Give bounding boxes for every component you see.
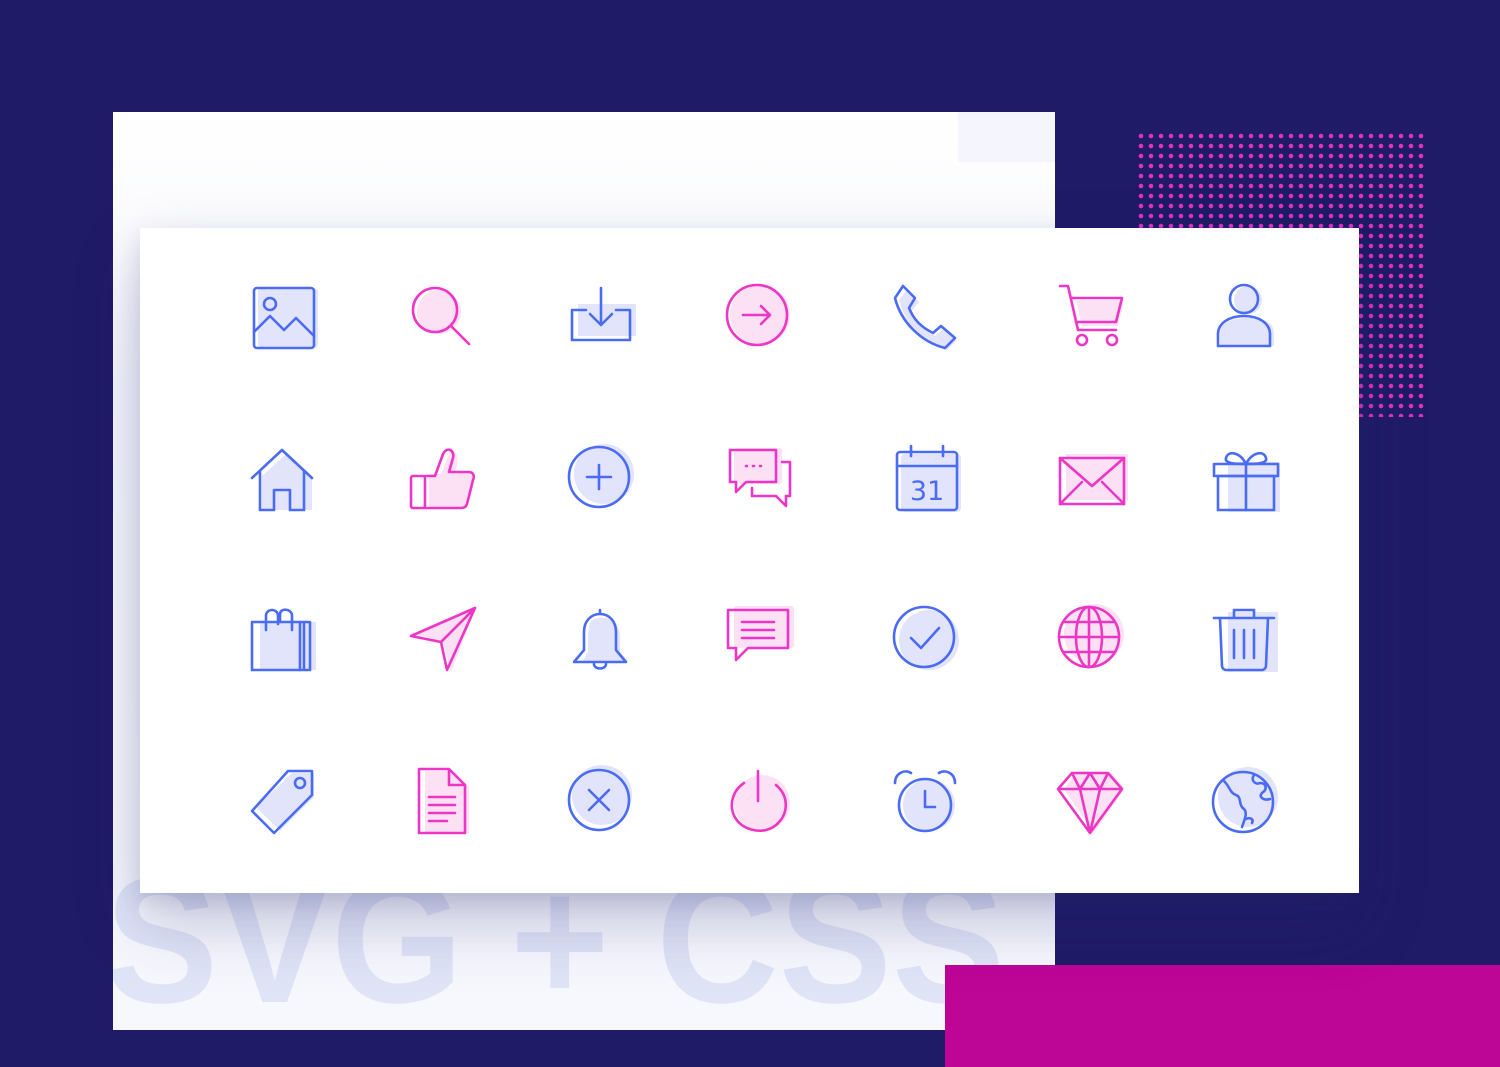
document-icon bbox=[393, 753, 493, 853]
home-icon bbox=[234, 430, 334, 530]
mail-icon bbox=[1042, 430, 1142, 530]
back-card-strip bbox=[958, 112, 1055, 162]
alarm-clock-icon bbox=[877, 753, 977, 853]
chat-bubbles-icon bbox=[710, 430, 810, 530]
phone-icon bbox=[877, 268, 977, 368]
power-icon bbox=[710, 753, 810, 853]
shopping-cart-icon bbox=[1042, 268, 1142, 368]
gift-icon bbox=[1196, 430, 1296, 530]
user-icon bbox=[1196, 268, 1296, 368]
trash-icon bbox=[1196, 590, 1296, 690]
diamond-icon bbox=[1042, 753, 1142, 853]
search-icon bbox=[393, 268, 493, 368]
bell-icon bbox=[552, 590, 652, 690]
image-icon bbox=[234, 268, 334, 368]
earth-icon bbox=[1196, 753, 1296, 853]
send-icon bbox=[393, 590, 493, 690]
download-icon bbox=[552, 268, 652, 368]
close-circle-icon bbox=[552, 753, 652, 853]
arrow-right-circle-icon bbox=[710, 268, 810, 368]
calendar-day-label: 31 bbox=[910, 476, 944, 507]
tag-icon bbox=[234, 753, 334, 853]
icon-grid: 31 bbox=[140, 228, 1359, 893]
calendar-icon: 31 bbox=[877, 430, 977, 530]
icon-card: 31 bbox=[140, 228, 1359, 893]
thumbs-up-icon bbox=[393, 430, 493, 530]
plus-circle-icon bbox=[552, 430, 652, 530]
check-circle-icon bbox=[877, 590, 977, 690]
globe-icon bbox=[1042, 590, 1142, 690]
message-icon bbox=[710, 590, 810, 690]
shopping-bag-icon bbox=[234, 590, 334, 690]
magenta-accent-block bbox=[945, 965, 1500, 1067]
